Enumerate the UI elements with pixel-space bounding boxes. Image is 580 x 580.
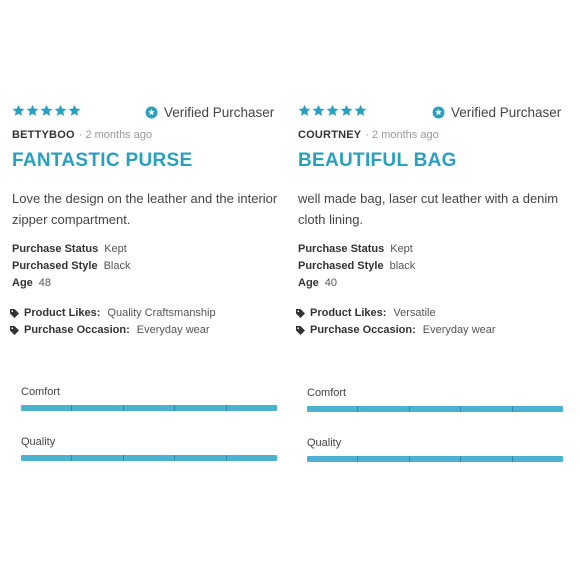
rating-sliders: Comfort Quality — [307, 387, 563, 487]
review-title: BEAUTIFUL BAG — [298, 150, 457, 171]
review-card: Verified Purchaser COURTNEY · 2 months a… — [296, 104, 570, 462]
attr-label: Purchased Style — [12, 260, 98, 272]
attr-value: 40 — [324, 277, 338, 289]
attr-value: Kept — [104, 243, 127, 255]
review-title: FANTASTIC PURSE — [12, 150, 193, 171]
tag-value: Quality Craftsmanship — [107, 307, 216, 319]
review-tags: Product Likes: Versatile Purchase Occasi… — [296, 305, 570, 339]
tag-value: Everyday wear — [422, 324, 496, 336]
star-icon — [68, 104, 81, 116]
verified-purchaser-badge: Verified Purchaser — [145, 105, 274, 120]
slider-label: Quality — [21, 436, 56, 448]
quality-bar — [307, 456, 563, 462]
review-time: · 2 months ago — [78, 129, 153, 141]
verified-label: Verified Purchaser — [164, 105, 275, 120]
review-attributes: Purchase Status Kept Purchased Style Black… — [12, 241, 284, 292]
verified-label: Verified Purchaser — [451, 105, 562, 120]
tag-label: Product Likes: — [310, 307, 387, 319]
verified-check-icon — [432, 106, 445, 119]
star-icon — [298, 104, 311, 116]
star-icon — [54, 104, 67, 116]
slider-label: Comfort — [307, 387, 347, 399]
tag-icon — [296, 309, 305, 318]
star-icon — [26, 104, 39, 116]
star-icon — [340, 104, 353, 116]
comfort-bar — [307, 406, 563, 412]
star-icon — [354, 104, 367, 116]
review-body: well made bag, laser cut leather with a … — [298, 191, 559, 227]
review-author: COURTNEY — [298, 129, 362, 141]
star-icon — [40, 104, 53, 116]
star-rating — [298, 104, 367, 117]
attr-label: Purchased Style — [298, 260, 384, 272]
attr-label: Age — [12, 277, 33, 289]
review-author: BETTYBOO — [12, 129, 75, 141]
comfort-bar — [21, 405, 277, 411]
attr-value: Black — [103, 260, 131, 272]
review-time: · 2 months ago — [365, 129, 439, 141]
star-icon — [312, 104, 325, 116]
attr-label: Age — [298, 277, 319, 289]
tag-label: Product Likes: — [24, 307, 101, 319]
verified-check-icon — [145, 106, 158, 119]
verified-purchaser-badge: Verified Purchaser — [432, 105, 561, 120]
attr-label: Purchase Status — [12, 243, 99, 255]
tag-label: Purchase Occasion: — [310, 324, 416, 336]
review-tags: Product Likes: Quality Craftsmanship Pur… — [10, 305, 284, 339]
tag-label: Purchase Occasion: — [24, 324, 130, 336]
tag-icon — [10, 309, 19, 318]
review-card: Verified Purchaser BETTYBOO · 2 months a… — [10, 104, 284, 461]
attr-value: 48 — [38, 277, 52, 289]
review-attributes: Purchase Status Kept Purchased Style black… — [298, 241, 570, 292]
attr-value: Kept — [390, 243, 413, 255]
tag-icon — [10, 326, 19, 335]
star-icon — [326, 104, 339, 116]
attr-value: black — [389, 260, 416, 272]
star-icon — [12, 104, 25, 116]
review-body: Love the design on the leather and the i… — [12, 191, 278, 227]
tag-value: Everyday wear — [136, 324, 210, 336]
quality-bar — [21, 455, 277, 461]
tag-icon — [296, 326, 305, 335]
rating-sliders: Comfort Quality — [21, 386, 277, 486]
attr-label: Purchase Status — [298, 243, 385, 255]
tag-value: Versatile — [393, 307, 436, 319]
star-rating — [12, 104, 81, 117]
slider-label: Comfort — [21, 386, 61, 398]
slider-label: Quality — [307, 437, 342, 449]
